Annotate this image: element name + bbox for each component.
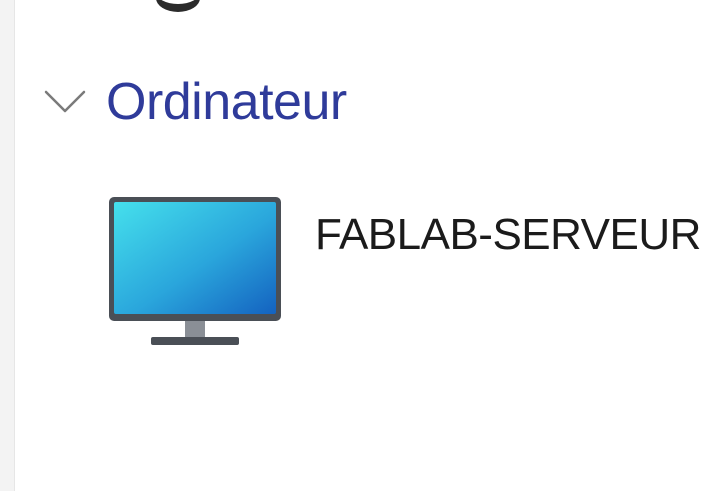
list-item[interactable]: FABLAB-SERVEUR: [100, 188, 701, 358]
pane-left-edge: [0, 0, 15, 491]
group-header-ordinateur[interactable]: Ordinateur: [40, 62, 347, 142]
chevron-down-icon[interactable]: [40, 82, 90, 122]
group-title: Ordinateur: [106, 73, 347, 131]
monitor-icon: [105, 193, 285, 353]
item-label: FABLAB-SERVEUR: [315, 210, 701, 259]
partial-item-icon: [150, 0, 206, 16]
file-explorer-pane: Ordinateur FABLAB-SERVEUR: [0, 0, 706, 491]
